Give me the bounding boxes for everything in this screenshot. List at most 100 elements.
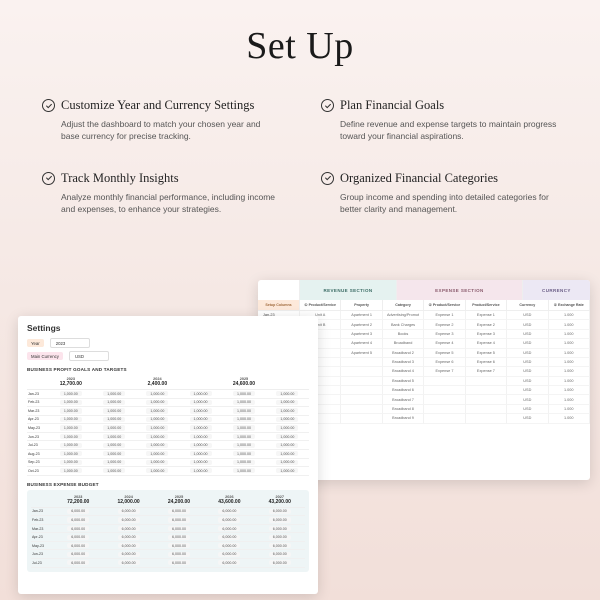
cell: USD [507, 377, 548, 386]
cell: Broadband 4 [383, 367, 424, 376]
col-header: 202743,200.00 [255, 493, 305, 508]
cell: USD [507, 367, 548, 376]
cell: 1.000 [549, 395, 590, 404]
feature-desc: Define revenue and expense targets to ma… [321, 118, 558, 143]
check-icon [42, 172, 55, 185]
cell: USD [507, 339, 548, 348]
feature-item: Plan Financial Goals Define revenue and … [321, 98, 558, 143]
cell: 1.000 [549, 311, 590, 320]
col-header: 202372,200.00 [53, 493, 103, 508]
budget-table: 202372,200.00202412,000.00202524,200.002… [31, 493, 305, 568]
corner-label: Setup Columns [258, 300, 300, 311]
feature-title: Track Monthly Insights [61, 171, 179, 186]
cell: 1.000 [549, 330, 590, 339]
feature-title: Organized Financial Categories [340, 171, 498, 186]
settings-panel: Settings Year 2023 Main Currency USD BUS… [18, 316, 318, 594]
table-row: Feb-236,000.006,000.006,000.006,000.006,… [31, 516, 305, 525]
cell [424, 405, 465, 414]
cell [424, 414, 465, 423]
col-header: 202643,600.00 [204, 493, 254, 508]
cell: USD [507, 349, 548, 358]
cell: Bank Charges [383, 320, 424, 329]
year-label: Year [31, 341, 40, 346]
goals-table: 202312,700.0020242,400.00202524,600.00 J… [27, 375, 309, 476]
table-row: Jul-231,000.001,000.001,000.001,000.001,… [27, 441, 309, 450]
feature-item: Customize Year and Currency Settings Adj… [42, 98, 279, 143]
col-header: ① Product/Service [300, 300, 341, 311]
cell [341, 377, 382, 386]
cell [424, 386, 465, 395]
cell [341, 358, 382, 367]
feature-title: Customize Year and Currency Settings [61, 98, 254, 113]
table-row: Aug-231,000.001,000.001,000.001,000.001,… [27, 449, 309, 458]
cell [341, 395, 382, 404]
cell: Advertising/Promot [383, 311, 424, 320]
cell: Expense 6 [424, 358, 465, 367]
currency-setting[interactable]: Main Currency USD [27, 351, 309, 361]
year-setting[interactable]: Year 2023 [27, 338, 309, 348]
cell: Expense 4 [466, 339, 507, 348]
section-revenue: REVENUE SECTION [300, 280, 397, 300]
cell [466, 405, 507, 414]
cell: USD [507, 386, 548, 395]
section-expense: EXPENSE SECTION [397, 280, 523, 300]
table-row: Mar-236,000.006,000.006,000.006,000.006,… [31, 524, 305, 533]
cell: Apartment 5 [341, 349, 382, 358]
check-icon [42, 99, 55, 112]
col-header: 202312,700.00 [49, 375, 93, 390]
table-row: Apr-236,000.006,000.006,000.006,000.006,… [31, 533, 305, 542]
cell: Apartment 3 [341, 330, 382, 339]
feature-item: Organized Financial Categories Group inc… [321, 171, 558, 216]
col-header: ① Exchange Rate [549, 300, 590, 311]
cell: 1.000 [549, 320, 590, 329]
col-header: 202524,200.00 [154, 493, 204, 508]
table-row: Jun-231,000.001,000.001,000.001,000.001,… [27, 432, 309, 441]
cell [424, 377, 465, 386]
table-row: Apr-231,000.001,000.001,000.001,000.001,… [27, 415, 309, 424]
currency-value[interactable]: USD [69, 351, 109, 361]
table-row: Jan-231,000.001,000.001,000.001,000.001,… [27, 390, 309, 399]
col-header: ① Product/Service [424, 300, 465, 311]
cell: USD [507, 358, 548, 367]
cell: Expense 6 [466, 358, 507, 367]
cell [341, 367, 382, 376]
cell: 1.000 [549, 414, 590, 423]
cell: Broadband 8 [383, 405, 424, 414]
cell: Broadband 2 [383, 349, 424, 358]
table-row: Feb-231,000.001,000.001,000.001,000.001,… [27, 398, 309, 407]
cell: USD [507, 311, 548, 320]
table-row: Mar-231,000.001,000.001,000.001,000.001,… [27, 407, 309, 416]
cell: Expense 2 [466, 320, 507, 329]
cell: 1.000 [549, 377, 590, 386]
check-icon [321, 99, 334, 112]
year-value[interactable]: 2023 [50, 338, 90, 348]
cell [466, 414, 507, 423]
cell: Broadband 5 [383, 377, 424, 386]
cell [341, 386, 382, 395]
cell: Expense 1 [424, 311, 465, 320]
cell: Broadband 3 [383, 358, 424, 367]
table-row: Sep-231,000.001,000.001,000.001,000.001,… [27, 458, 309, 467]
cell [466, 395, 507, 404]
cell: Expense 7 [424, 367, 465, 376]
cell [341, 405, 382, 414]
cell: Expense 5 [466, 349, 507, 358]
cell: USD [507, 405, 548, 414]
cell: 1.000 [549, 339, 590, 348]
table-row: Jun-236,000.006,000.006,000.006,000.006,… [31, 550, 305, 559]
col-header: Property [341, 300, 382, 311]
col-header: Product/Service [466, 300, 507, 311]
cell: Expense 2 [424, 320, 465, 329]
col-header: Currency [507, 300, 548, 311]
cell: 1.000 [549, 367, 590, 376]
cell: USD [507, 414, 548, 423]
feature-desc: Analyze monthly financial performance, i… [42, 191, 279, 216]
cell: Books [383, 330, 424, 339]
cell: Apartment 1 [341, 311, 382, 320]
feature-title: Plan Financial Goals [340, 98, 444, 113]
cell: Broadband [383, 339, 424, 348]
check-icon [321, 172, 334, 185]
cell: 1.000 [549, 358, 590, 367]
cell: Apartment 4 [341, 339, 382, 348]
col-header: 20242,400.00 [136, 375, 179, 390]
